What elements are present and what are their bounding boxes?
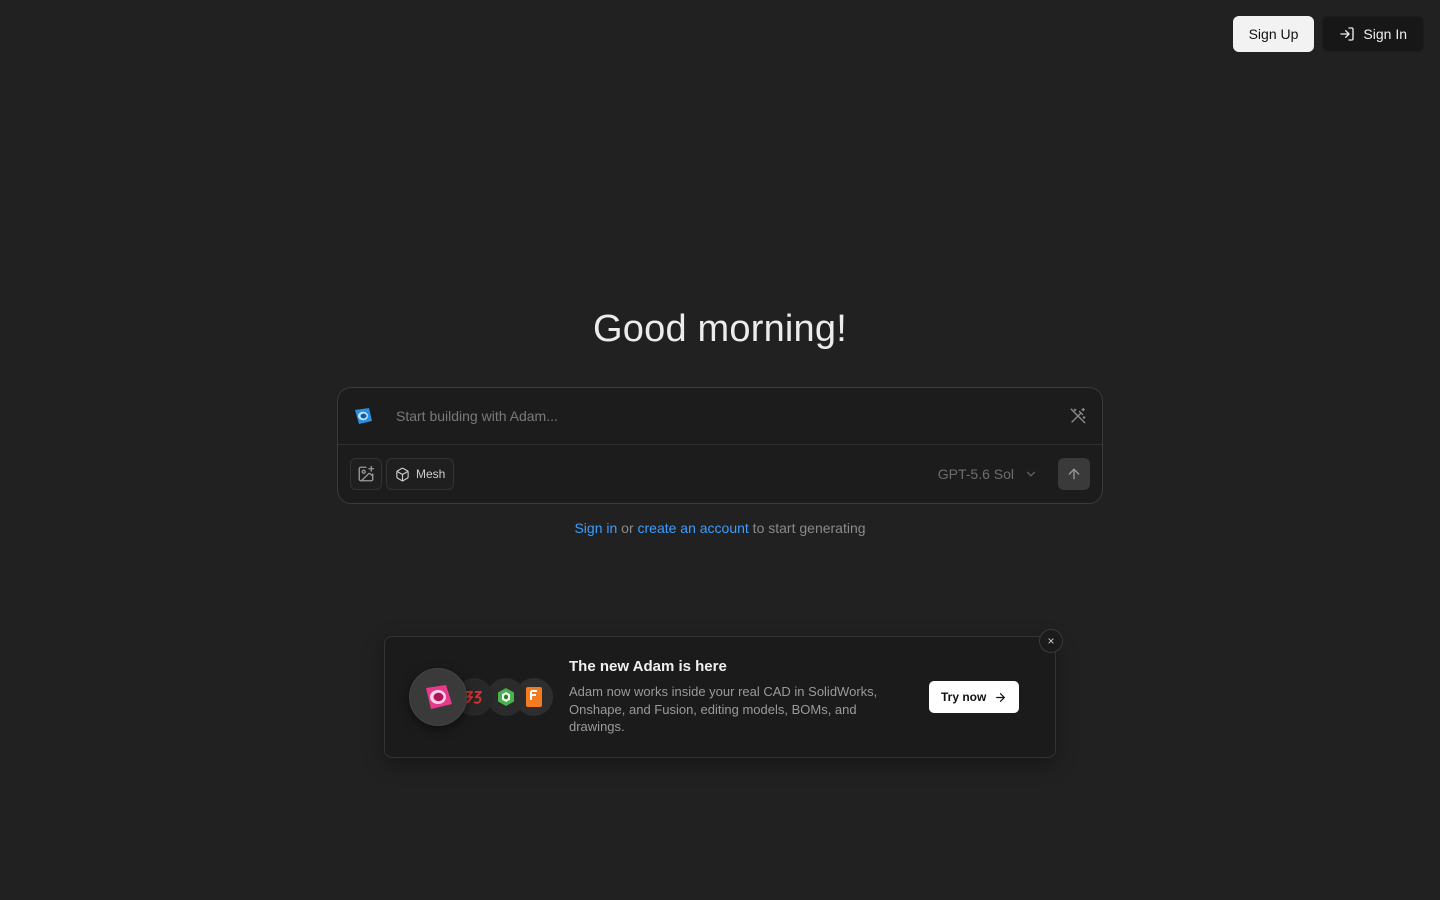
arrow-up-icon bbox=[1066, 466, 1082, 482]
greeting-title: Good morning! bbox=[593, 308, 847, 350]
model-label: GPT-5.6 Sol bbox=[937, 466, 1014, 482]
promo-close-button[interactable]: × bbox=[1039, 629, 1063, 653]
image-add-icon bbox=[357, 465, 375, 483]
promo-text: The new Adam is here Adam now works insi… bbox=[569, 658, 909, 736]
cad-icon-stack bbox=[409, 662, 569, 732]
sign-in-link[interactable]: Sign in bbox=[574, 520, 617, 536]
chevron-down-icon bbox=[1024, 467, 1038, 481]
auth-hint: Sign in or create an account to start ge… bbox=[0, 520, 1440, 536]
top-bar: Sign Up Sign In bbox=[1232, 16, 1424, 52]
promo-description: Adam now works inside your real CAD in S… bbox=[569, 684, 878, 735]
send-button[interactable] bbox=[1058, 458, 1090, 490]
promo-title: The new Adam is here bbox=[569, 658, 727, 676]
sign-up-button[interactable]: Sign Up bbox=[1232, 16, 1315, 52]
sign-in-label: Sign In bbox=[1363, 26, 1407, 42]
try-now-label: Try now bbox=[941, 690, 987, 704]
prompt-composer: Mesh GPT-5.6 Sol bbox=[337, 387, 1103, 504]
sign-in-icon bbox=[1339, 26, 1355, 42]
adam-app-icon bbox=[409, 668, 467, 726]
try-now-button[interactable]: Try now bbox=[929, 681, 1020, 713]
create-account-link[interactable]: create an account bbox=[638, 520, 749, 536]
auth-hint-or: or bbox=[617, 520, 638, 536]
magic-wand-icon[interactable] bbox=[1068, 406, 1088, 426]
mesh-label: Mesh bbox=[416, 467, 446, 481]
composer-input-row bbox=[338, 388, 1102, 445]
arrow-right-icon bbox=[994, 691, 1007, 704]
promo-card: × The new Adam is here Adam now works in… bbox=[384, 629, 1063, 758]
mesh-toggle-button[interactable]: Mesh bbox=[386, 458, 455, 490]
composer-toolbar: Mesh GPT-5.6 Sol bbox=[338, 445, 1102, 503]
close-icon: × bbox=[1047, 634, 1055, 648]
add-image-button[interactable] bbox=[350, 458, 382, 490]
prompt-input[interactable] bbox=[394, 407, 1068, 425]
auth-hint-suffix: to start generating bbox=[748, 520, 866, 536]
model-select[interactable]: GPT-5.6 Sol bbox=[938, 466, 1038, 482]
adam-logo-icon bbox=[352, 405, 374, 427]
sign-in-button[interactable]: Sign In bbox=[1322, 16, 1424, 52]
cube-icon bbox=[395, 467, 410, 482]
